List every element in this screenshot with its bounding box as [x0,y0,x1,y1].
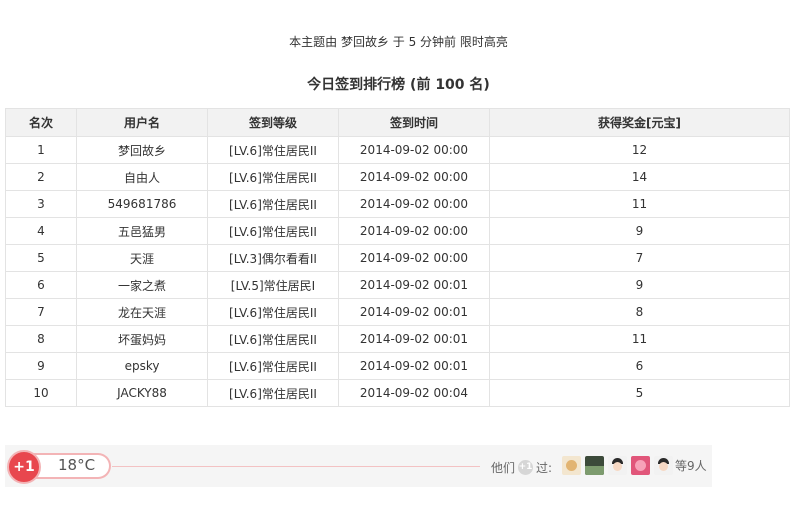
username-cell[interactable]: 梦回故乡 [76,136,208,164]
reward-cell: 11 [489,190,790,218]
reward-cell: 9 [489,271,790,299]
avatar-person-icon[interactable] [608,456,627,475]
table-row: 9 epsky [LV.6]常住居民II 2014-09-02 00:01 6 [5,352,790,380]
username-cell[interactable]: 549681786 [76,190,208,218]
username-cell[interactable]: 一家之煮 [76,271,208,299]
reward-cell: 8 [489,298,790,326]
reward-cell: 6 [489,352,790,380]
reward-cell: 11 [489,325,790,353]
rank-cell: 8 [5,325,77,353]
level-cell: [LV.6]常住居民II [207,298,339,326]
header-time: 签到时间 [338,108,490,137]
level-cell: [LV.6]常住居民II [207,325,339,353]
username-cell[interactable]: 天涯 [76,244,208,272]
username-cell[interactable]: 坏蛋妈妈 [76,325,208,353]
table-row: 1 梦回故乡 [LV.6]常住居民II 2014-09-02 00:00 12 [5,136,790,164]
time-cell: 2014-09-02 00:01 [338,352,490,380]
header-reward: 获得奖金[元宝] [489,108,790,137]
mini-plus-one-icon: +1 [518,460,534,475]
rank-cell: 7 [5,298,77,326]
rank-cell: 4 [5,217,77,245]
time-cell: 2014-09-02 00:00 [338,244,490,272]
header-rank: 名次 [5,108,77,137]
level-cell: [LV.3]偶尔看看II [207,244,339,272]
reward-cell: 5 [489,379,790,407]
time-cell: 2014-09-02 00:01 [338,298,490,326]
temperature-value: 18°C [58,456,96,474]
rank-cell: 5 [5,244,77,272]
header-level: 签到等级 [207,108,339,137]
table-row: 2 自由人 [LV.6]常住居民II 2014-09-02 00:00 14 [5,163,790,191]
others-count[interactable]: 等9人 [675,457,707,474]
them-prefix: 他们 [491,461,516,475]
level-cell: [LV.6]常住居民II [207,352,339,380]
username-cell[interactable]: 五邑猛男 [76,217,208,245]
avatar-person-icon[interactable] [654,456,673,475]
time-cell: 2014-09-02 00:00 [338,136,490,164]
table-header-row: 名次 用户名 签到等级 签到时间 获得奖金[元宝] [5,108,790,137]
time-cell: 2014-09-02 00:01 [338,271,490,299]
level-cell: [LV.6]常住居民II [207,379,339,407]
them-suffix: 过: [536,461,553,475]
table-row: 6 一家之煮 [LV.5]常住居民I 2014-09-02 00:01 9 [5,271,790,299]
rank-cell: 2 [5,163,77,191]
avatar-flower-icon[interactable] [631,456,650,475]
reward-cell: 14 [489,163,790,191]
time-cell: 2014-09-02 00:00 [338,163,490,191]
ranking-title: 今日签到排行榜 (前 100 名) [307,77,490,93]
username-cell[interactable]: JACKY88 [76,379,208,407]
username-cell[interactable]: epsky [76,352,208,380]
table-row: 7 龙在天涯 [LV.6]常住居民II 2014-09-02 00:01 8 [5,298,790,326]
table-row: 3 549681786 [LV.6]常住居民II 2014-09-02 00:0… [5,190,790,218]
rank-cell: 6 [5,271,77,299]
avatar-bear-icon[interactable] [562,456,581,475]
reward-cell: 9 [489,217,790,245]
username-cell[interactable]: 自由人 [76,163,208,191]
time-cell: 2014-09-02 00:04 [338,379,490,407]
level-cell: [LV.5]常住居民I [207,271,339,299]
reward-cell: 7 [489,244,790,272]
username-cell[interactable]: 龙在天涯 [76,298,208,326]
table-row: 10 JACKY88 [LV.6]常住居民II 2014-09-02 00:04… [5,379,790,407]
table-row: 8 坏蛋妈妈 [LV.6]常住居民II 2014-09-02 00:01 11 [5,325,790,353]
time-cell: 2014-09-02 00:00 [338,190,490,218]
level-cell: [LV.6]常住居民II [207,163,339,191]
plus-one-button[interactable]: +1 [7,450,41,484]
plus-one-avatars: 等9人 [562,456,707,475]
rank-cell: 9 [5,352,77,380]
rank-cell: 1 [5,136,77,164]
reward-cell: 12 [489,136,790,164]
table-row: 4 五邑猛男 [LV.6]常住居民II 2014-09-02 00:00 9 [5,217,790,245]
level-cell: [LV.6]常住居民II [207,136,339,164]
rank-cell: 10 [5,379,77,407]
avatar-landscape-icon[interactable] [585,456,604,475]
level-cell: [LV.6]常住居民II [207,217,339,245]
time-cell: 2014-09-02 00:01 [338,325,490,353]
plus-one-users-label: 他们 +1 过: [491,459,552,476]
highlight-notice: 本主题由 梦回故乡 于 5 分钟前 限时高亮 [289,35,508,49]
level-cell: [LV.6]常住居民II [207,190,339,218]
header-username: 用户名 [76,108,208,137]
temperature-line [112,466,480,467]
time-cell: 2014-09-02 00:00 [338,217,490,245]
signin-ranking-table: 名次 用户名 签到等级 签到时间 获得奖金[元宝] 1 梦回故乡 [LV.6]常… [5,108,790,407]
rank-cell: 3 [5,190,77,218]
table-row: 5 天涯 [LV.3]偶尔看看II 2014-09-02 00:00 7 [5,244,790,272]
